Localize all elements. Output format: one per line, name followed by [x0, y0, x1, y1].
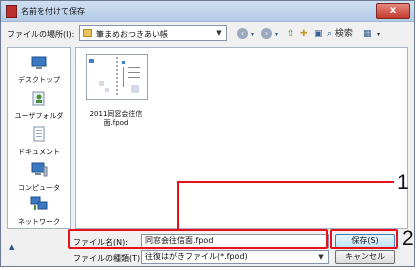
callout-line-1	[177, 181, 394, 229]
callout-number-1: 1	[397, 171, 409, 194]
callout-number-2: 2	[402, 227, 414, 250]
callout-lines	[177, 181, 394, 229]
